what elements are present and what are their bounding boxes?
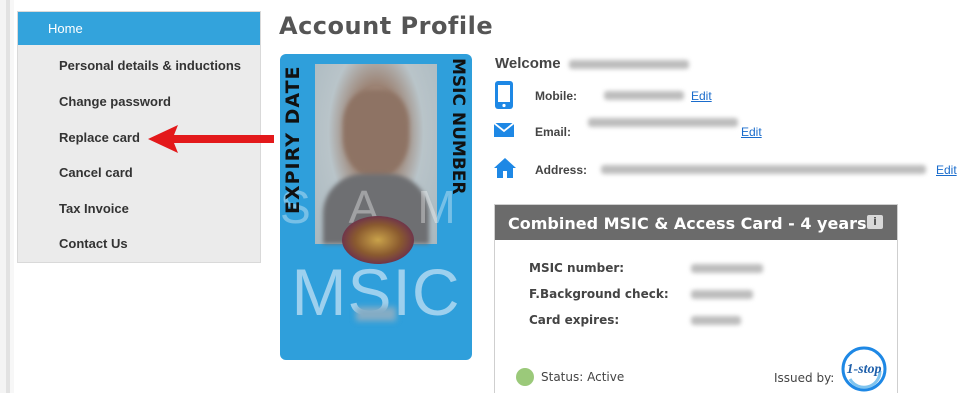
sidebar-item-label: Replace card (59, 130, 140, 145)
status-text: Status: Active (541, 370, 625, 384)
msic-number-value-redacted (691, 264, 763, 273)
one-stop-logo: 1-stop (841, 346, 887, 392)
card-expiry-date-label: EXPIRY DATE (282, 65, 304, 214)
mobile-row: Mobile: Edit (493, 80, 953, 109)
sidebar-item-label: Contact Us (59, 236, 128, 251)
background-check-value-redacted (691, 290, 753, 299)
email-value-redacted (588, 118, 738, 127)
welcome-line: Welcome (495, 55, 689, 72)
card-msic-number-label: MSIC NUMBER (448, 58, 468, 195)
card-expires-label: Card expires: (529, 313, 620, 327)
address-label: Address: (535, 163, 588, 177)
card-photo-face (343, 90, 409, 176)
card-expires-value-redacted (691, 316, 741, 325)
mobile-value-redacted (604, 91, 684, 100)
sidebar-item-label: Home (48, 21, 83, 36)
sidebar-item-home[interactable]: Home (18, 12, 260, 45)
one-stop-logo-text: 1-stop (847, 362, 882, 377)
sidebar-item-contact-us[interactable]: Contact Us (18, 227, 260, 260)
user-name-redacted (568, 59, 689, 69)
info-icon[interactable]: i (867, 215, 883, 229)
card-details-panel: Combined MSIC & Access Card - 4 years i … (494, 204, 898, 393)
sidebar-item-personal-details[interactable]: Personal details & inductions (18, 49, 260, 82)
sidebar-item-cancel-card[interactable]: Cancel card (18, 156, 260, 189)
sidebar-item-tax-invoice[interactable]: Tax Invoice (18, 192, 260, 225)
red-arrow-icon (148, 125, 274, 153)
address-row: Address: Edit (493, 155, 961, 183)
email-label: Email: (535, 125, 572, 139)
house-icon (494, 158, 516, 178)
edit-mobile-link[interactable]: Edit (691, 89, 712, 103)
sidebar-item-label: Personal details & inductions (59, 58, 242, 73)
mobile-label: Mobile: (535, 89, 577, 103)
envelope-icon (493, 122, 515, 137)
msic-number-label: MSIC number: (529, 261, 625, 275)
mobile-phone-icon (495, 81, 513, 109)
sidebar-item-label: Change password (59, 94, 171, 109)
card-panel-title: Combined MSIC & Access Card - 4 years (508, 214, 867, 233)
card-panel-header: Combined MSIC & Access Card - 4 years i (495, 205, 897, 240)
sidebar-item-label: Cancel card (59, 165, 133, 180)
address-value-redacted (601, 165, 926, 174)
status-indicator-icon (516, 368, 534, 386)
email-row: Email: Edit (493, 118, 953, 146)
sidebar-item-label: Tax Invoice (59, 201, 129, 216)
page-title: Account Profile (279, 12, 494, 40)
sidebar-item-change-password[interactable]: Change password (18, 85, 260, 118)
background-check-label: F.Background check: (529, 287, 669, 301)
msic-card-image: SAMPLE EXPIRY DATE MSIC NUMBER MSIC (280, 54, 472, 360)
page-left-edge (0, 0, 14, 393)
issued-by-label: Issued by: (774, 371, 835, 385)
edit-address-link[interactable]: Edit (936, 163, 957, 177)
card-name-redacted (356, 307, 396, 321)
welcome-label: Welcome (495, 55, 561, 72)
edit-email-link[interactable]: Edit (741, 125, 762, 139)
